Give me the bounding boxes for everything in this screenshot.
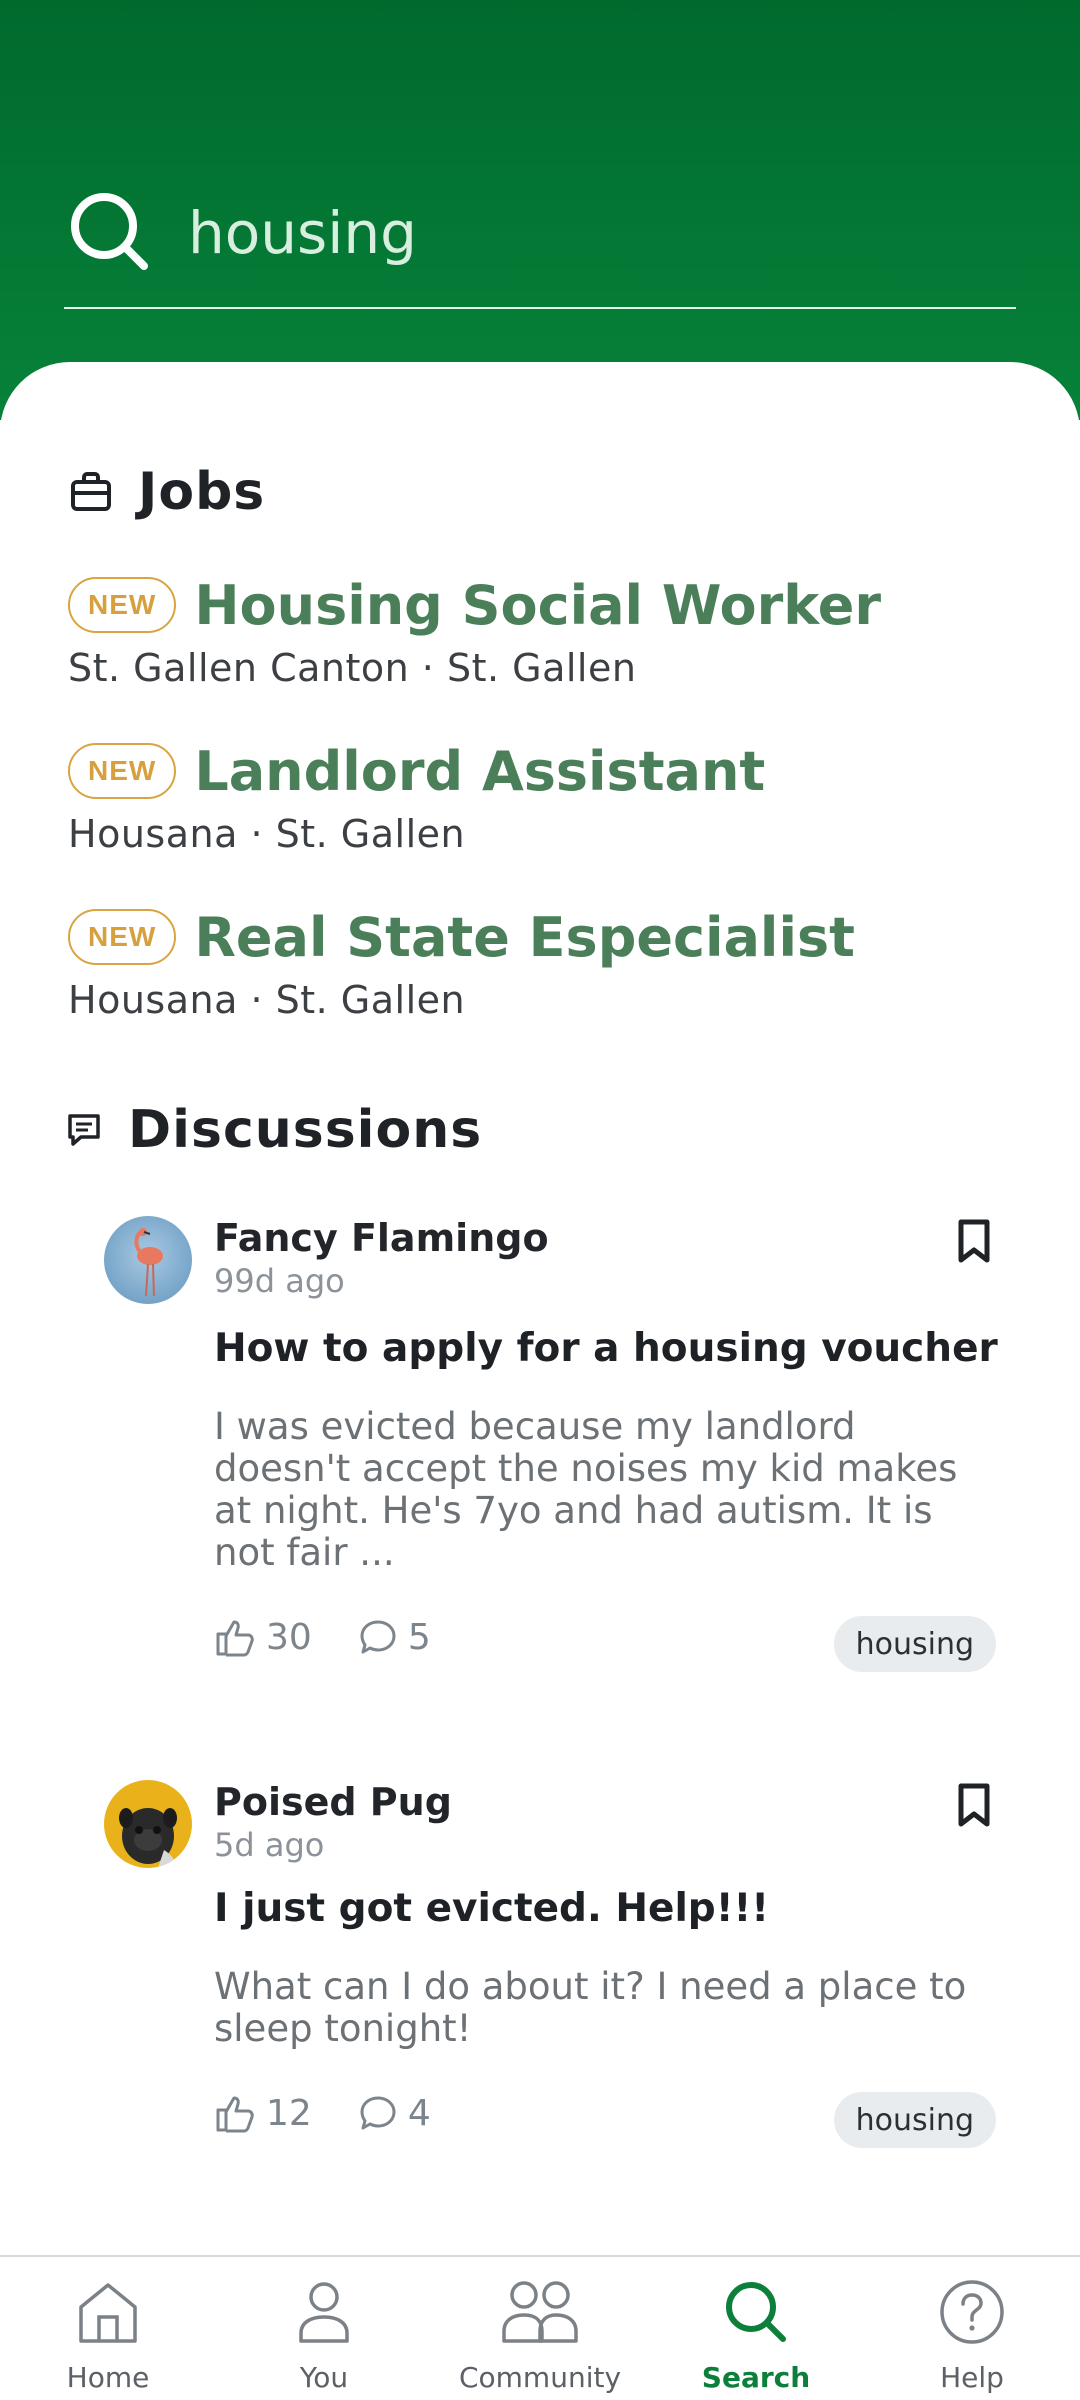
discussions-section-title: Discussions [128,1100,483,1160]
post-stats: 30 5 [214,1616,477,1658]
job-title[interactable]: Real State Especialist [194,906,855,969]
discussion-post[interactable]: Poised Pug 5d ago I just got evicted. He… [104,1780,996,2160]
comment-count: 5 [407,1616,431,1658]
post-author[interactable]: Fancy Flamingo [214,1216,549,1260]
nav-home[interactable]: Home [8,2257,208,2400]
comment-count: 4 [407,2092,431,2134]
nav-help[interactable]: Help [872,2257,1072,2400]
search-input[interactable] [188,188,988,278]
job-item[interactable]: NEW Housing Social Worker St. Gallen Can… [68,570,1028,690]
post-author[interactable]: Poised Pug [214,1780,452,1824]
jobs-section-header: Jobs [70,462,265,522]
job-item[interactable]: NEW Landlord Assistant Housana · St. Gal… [68,736,1028,856]
nav-label: Community [458,2361,622,2394]
help-icon [940,2280,1004,2344]
discussions-section-header: Discussions [66,1100,482,1160]
new-badge: NEW [68,909,177,965]
avatar[interactable] [104,1216,192,1304]
briefcase-icon [70,471,112,513]
nav-label: Home [66,2361,150,2394]
comment-button[interactable]: 4 [358,2093,431,2134]
comment-button[interactable]: 5 [358,1617,431,1658]
chat-bubble-icon [66,1112,102,1148]
nav-label: You [299,2361,349,2394]
search-bar[interactable] [64,180,1016,310]
search-icon [68,190,150,272]
job-title[interactable]: Landlord Assistant [194,740,765,803]
nav-community[interactable]: Community [440,2257,640,2400]
job-meta: St. Gallen Canton · St. Gallen [68,646,637,690]
nav-label: Help [940,2361,1004,2394]
bookmark-icon[interactable] [954,1218,994,1264]
nav-search[interactable]: Search [656,2257,856,2400]
home-icon [79,2283,137,2343]
search-header [0,0,1080,420]
topic-tag[interactable]: housing [833,2092,996,2148]
post-title[interactable]: How to apply for a housing voucher [214,1326,998,1371]
community-icon [502,2281,578,2343]
post-stats: 12 4 [214,2092,477,2134]
job-title[interactable]: Housing Social Worker [194,574,881,637]
nav-label: Search [701,2361,811,2394]
search-underline [64,307,1016,309]
jobs-section-title: Jobs [138,462,266,522]
thumbs-up-icon [216,1620,254,1657]
person-icon [299,2282,349,2343]
like-count: 12 [266,2092,312,2134]
post-excerpt: What can I do about it? I need a place t… [214,1965,967,2050]
discussion-post[interactable]: Fancy Flamingo 99d ago How to apply for … [104,1216,998,1676]
topic-tag[interactable]: housing [833,1616,996,1672]
avatar[interactable] [104,1780,192,1868]
job-item[interactable]: NEW Real State Especialist Housana · St.… [68,902,1028,1022]
new-badge: NEW [68,577,177,633]
comment-icon [360,1620,396,1654]
comment-icon [360,2096,396,2130]
new-badge: NEW [68,743,177,799]
bottom-navigation: Home You Community Search Help [0,2255,1080,2400]
thumbs-up-icon [216,2096,254,2133]
like-count: 30 [266,1616,312,1658]
like-button[interactable]: 30 [214,1616,312,1658]
post-title[interactable]: I just got evicted. Help!!! [214,1886,769,1931]
search-icon [726,2282,786,2342]
post-excerpt: I was evicted because my landlord doesn'… [214,1405,958,1574]
nav-you[interactable]: You [224,2257,424,2400]
like-button[interactable]: 12 [214,2092,312,2134]
post-time: 5d ago [214,1826,325,1864]
bookmark-icon[interactable] [954,1782,994,1828]
post-time: 99d ago [214,1262,345,1300]
job-meta: Housana · St. Gallen [68,978,466,1022]
job-meta: Housana · St. Gallen [68,812,466,856]
